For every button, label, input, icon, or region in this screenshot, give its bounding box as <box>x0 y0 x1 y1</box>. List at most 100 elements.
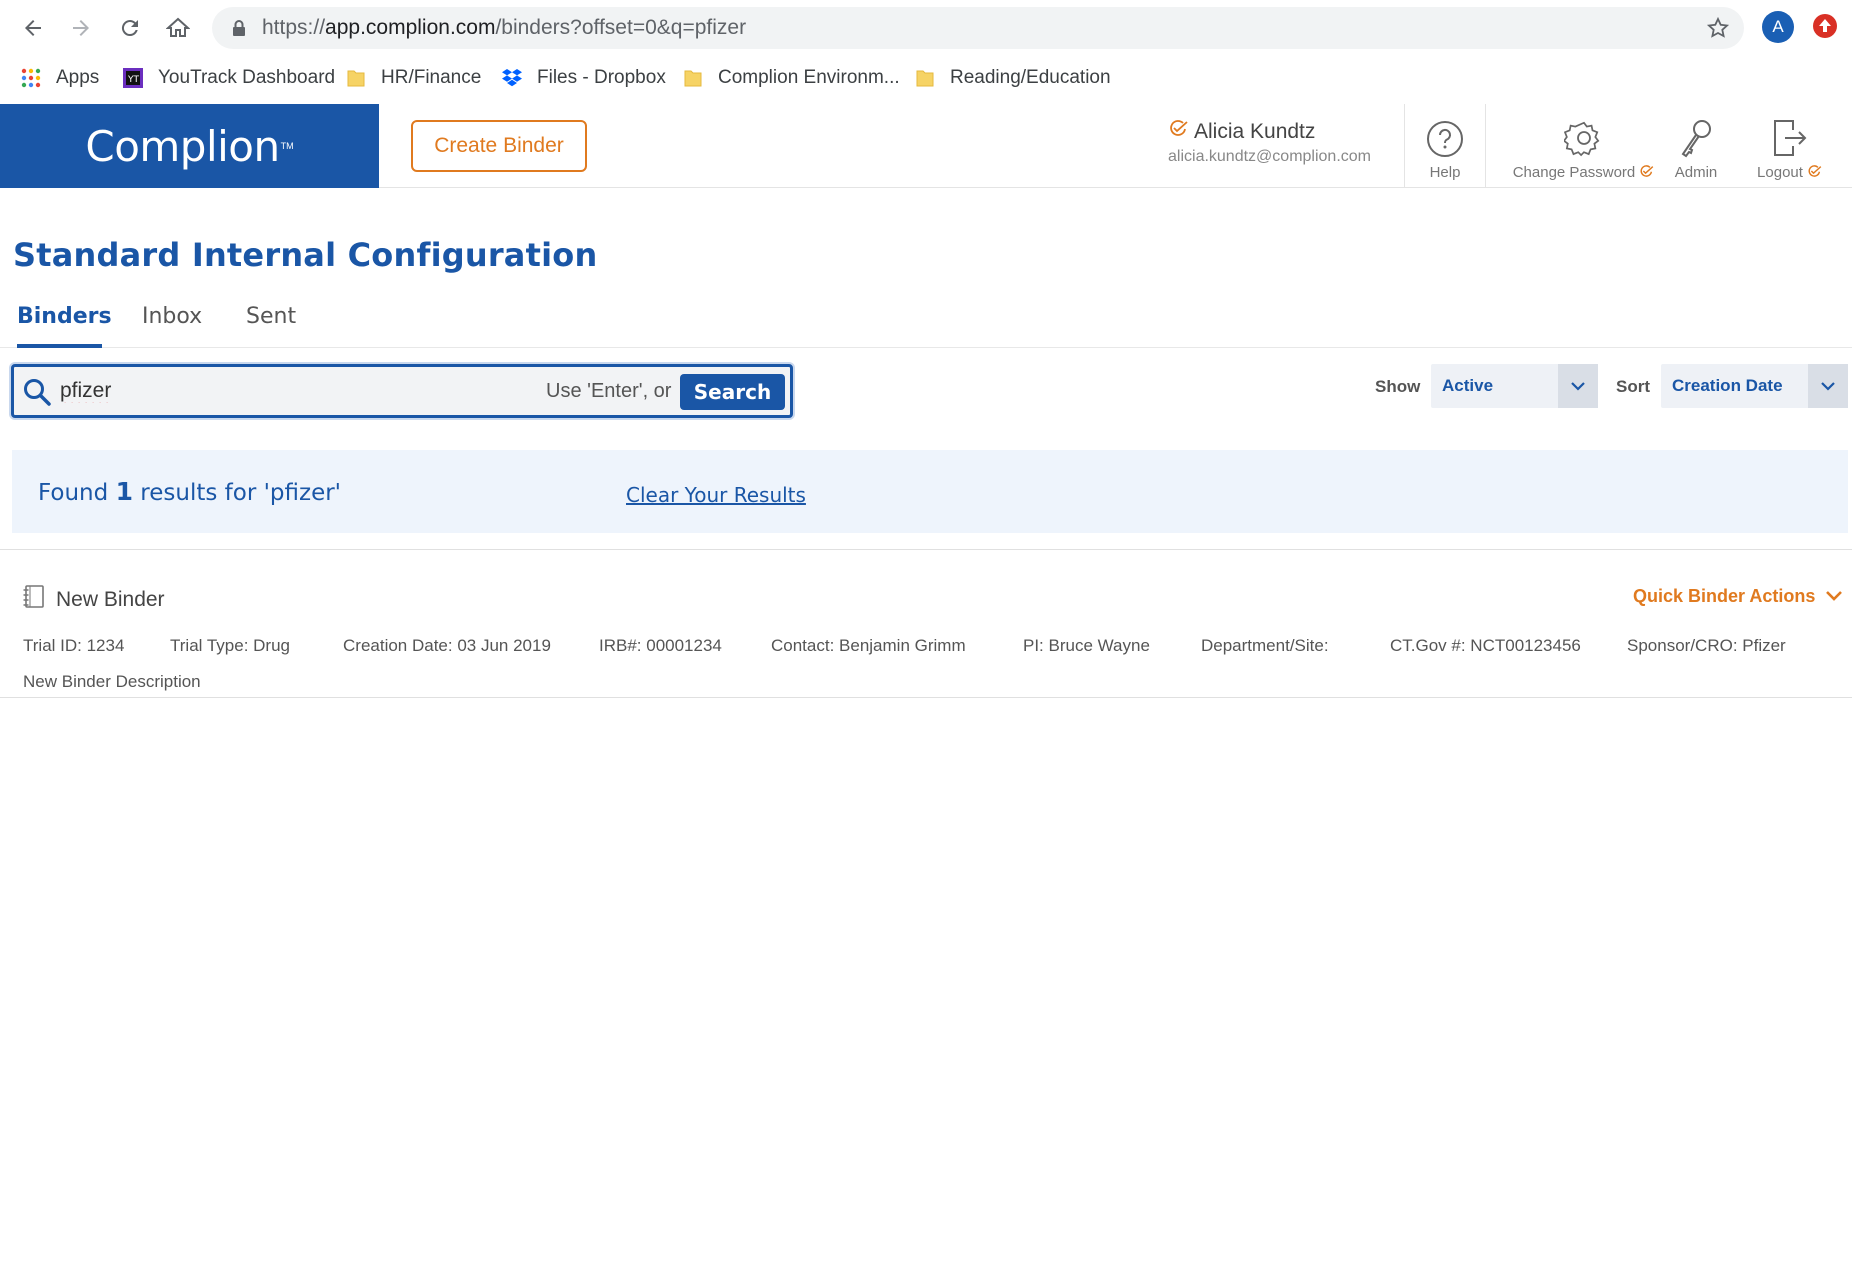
help-button[interactable]: Help <box>1420 114 1470 181</box>
tab-binders[interactable]: Binders <box>17 304 112 348</box>
clear-results-link[interactable]: Clear Your Results <box>626 483 806 507</box>
apps-grid-icon <box>20 67 42 89</box>
results-suffix: results for 'pfizer' <box>140 480 341 506</box>
chevron-down-icon <box>1825 586 1843 607</box>
chevron-down-icon <box>1558 364 1598 408</box>
chevron-down-icon <box>1808 364 1848 408</box>
tab-sent[interactable]: Sent <box>246 304 296 348</box>
binder-name[interactable]: New Binder <box>56 588 165 612</box>
logout-label: Logout <box>1757 164 1803 181</box>
address-bar[interactable]: https://app.complion.com/binders?offset=… <box>212 7 1744 49</box>
reload-icon[interactable] <box>112 10 148 46</box>
ctgov-number: CT.Gov #: NCT00123456 <box>1390 636 1581 655</box>
bookmark-star-icon[interactable] <box>1706 16 1730 45</box>
search-button[interactable]: Search <box>680 374 785 410</box>
create-binder-button[interactable]: Create Binder <box>411 120 587 172</box>
sort-label: Sort <box>1616 377 1650 396</box>
divider <box>0 549 1852 550</box>
change-password-label: Change Password <box>1512 164 1636 181</box>
quick-binder-actions[interactable]: Quick Binder Actions <box>1633 586 1843 607</box>
user-email: alicia.kundtz@complion.com <box>1168 148 1371 165</box>
page-title: Standard Internal Configuration <box>13 236 598 274</box>
principal-investigator: PI: Bruce Wayne <box>1023 636 1150 655</box>
lock-icon <box>232 20 246 41</box>
results-count: 1 <box>115 477 133 506</box>
bookmark-label: Reading/Education <box>950 67 1111 88</box>
app-header: Complion TM Create Binder Alicia Kundtz a… <box>0 104 1852 188</box>
dropbox-icon <box>501 67 523 89</box>
show-value: Active <box>1442 376 1494 395</box>
home-icon[interactable] <box>160 10 196 46</box>
logout-button[interactable]: Logout <box>1750 114 1830 181</box>
header-divider <box>1404 104 1405 188</box>
bookmark-reading[interactable]: Reading/Education <box>914 64 1111 92</box>
show-label: Show <box>1375 377 1421 396</box>
url-text: https://app.complion.com/binders?offset=… <box>262 16 747 39</box>
quick-actions-label: Quick Binder Actions <box>1633 586 1816 606</box>
search-icon <box>22 377 52 412</box>
results-summary: Found 1 results for 'pfizer' Clear Your … <box>12 450 1848 533</box>
tab-bar: Binders Inbox Sent <box>0 296 1852 348</box>
contact: Contact: Benjamin Grimm <box>771 636 966 655</box>
search-hint: Use 'Enter', or <box>546 380 672 402</box>
complion-logo[interactable]: Complion TM <box>0 104 379 188</box>
sponsor-cro: Sponsor/CRO: Pfizer <box>1627 636 1786 655</box>
bookmark-hr-finance[interactable]: HR/Finance <box>345 64 481 92</box>
results-text: Found 1 results for 'pfizer' <box>38 477 341 506</box>
verified-check-icon <box>1807 164 1823 181</box>
folder-icon <box>345 67 367 89</box>
bookmark-dropbox[interactable]: Files - Dropbox <box>501 64 666 92</box>
admin-button[interactable]: Admin <box>1668 114 1724 181</box>
notebook-icon <box>22 584 46 615</box>
results-prefix: Found <box>38 480 109 506</box>
bookmarks-bar: Apps YT YouTrack Dashboard HR/Finance Fi… <box>0 56 1852 100</box>
admin-label: Admin <box>1674 164 1718 181</box>
irb-number: IRB#: 00001234 <box>599 636 722 655</box>
logout-icon <box>1750 114 1830 158</box>
bookmark-label: Complion Environm... <box>718 67 900 88</box>
department-site: Department/Site: <box>1201 636 1329 655</box>
binder-description: New Binder Description <box>23 672 201 691</box>
logo-text: Complion <box>85 121 280 171</box>
back-icon[interactable] <box>15 10 51 46</box>
logo-trademark: TM <box>280 141 294 151</box>
bookmark-label: YouTrack Dashboard <box>158 67 336 88</box>
verified-check-icon <box>1168 120 1190 136</box>
folder-icon <box>914 67 936 89</box>
search-input[interactable] <box>60 375 500 407</box>
create-binder-label: Create Binder <box>434 134 564 157</box>
show-select[interactable]: Active <box>1431 364 1598 408</box>
tab-inbox[interactable]: Inbox <box>142 304 202 348</box>
user-info: Alicia Kundtz alicia.kundtz@complion.com <box>1168 120 1371 166</box>
folder-icon <box>682 67 704 89</box>
verified-check-icon <box>1639 164 1655 181</box>
help-label: Help <box>1429 164 1461 181</box>
profile-avatar[interactable]: A <box>1762 11 1794 43</box>
sort-select[interactable]: Creation Date <box>1661 364 1848 408</box>
tab-label: Sent <box>246 304 297 329</box>
help-icon <box>1420 114 1470 158</box>
gear-icon <box>1508 114 1660 158</box>
binder-card[interactable]: New Binder Quick Binder Actions Trial ID… <box>0 552 1852 697</box>
change-password-button[interactable]: Change Password <box>1508 114 1660 181</box>
bookmark-complion-env[interactable]: Complion Environm... <box>682 64 900 92</box>
bookmark-label: HR/Finance <box>381 67 482 88</box>
extension-update-icon[interactable] <box>1810 11 1840 41</box>
bookmark-youtrack[interactable]: YT YouTrack Dashboard <box>122 64 335 92</box>
profile-initial: A <box>1772 17 1784 36</box>
search-button-label: Search <box>693 380 772 404</box>
youtrack-icon: YT <box>122 67 144 89</box>
forward-icon[interactable] <box>63 10 99 46</box>
bookmark-apps[interactable]: Apps <box>20 64 99 92</box>
search-box: Use 'Enter', or Search <box>11 364 793 418</box>
tab-label: Inbox <box>142 304 203 329</box>
trial-type: Trial Type: Drug <box>170 636 290 655</box>
creation-date: Creation Date: 03 Jun 2019 <box>343 636 551 655</box>
svg-text:YT: YT <box>127 75 139 85</box>
bookmark-label: Apps <box>56 67 100 88</box>
sort-value: Creation Date <box>1672 376 1783 395</box>
tab-label: Binders <box>17 304 112 329</box>
bookmark-label: Files - Dropbox <box>537 67 666 88</box>
divider <box>0 697 1852 698</box>
key-icon <box>1668 114 1724 158</box>
